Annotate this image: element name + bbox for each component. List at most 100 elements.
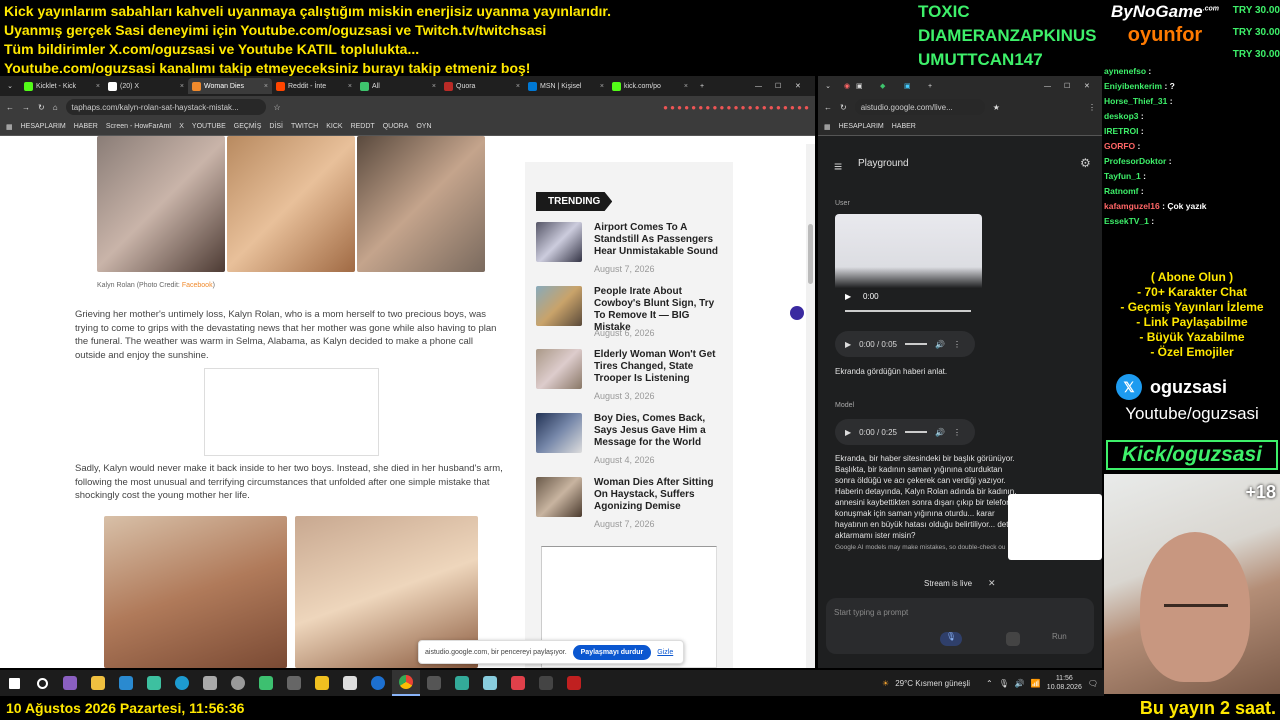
new-tab-icon[interactable]: + [692,83,712,90]
start-icon[interactable] [0,670,28,696]
app-icon[interactable] [476,670,504,696]
chrome-icon[interactable] [392,670,420,696]
reload-icon[interactable]: ↻ [840,103,847,112]
close-window-icon[interactable]: ✕ [1084,82,1102,90]
close-icon[interactable]: × [180,83,184,90]
bookmark-item[interactable]: HESAPLARIM [839,123,884,130]
app-icon[interactable] [420,670,448,696]
close-window-icon[interactable]: ✕ [795,82,815,90]
stop-sharing-button[interactable]: Paylaşmayı durdur [572,644,652,660]
tab[interactable]: All × [356,78,440,94]
weather-text[interactable]: 29°C Kısmen güneşli [895,679,970,688]
maximize-icon[interactable]: ☐ [1064,82,1084,90]
play-icon[interactable]: ▶ [845,340,851,349]
app-icon[interactable] [280,670,308,696]
trending-item[interactable]: Elderly Woman Won't Get Tires Changed, S… [536,349,726,409]
hide-button[interactable]: Gizle [657,649,673,656]
star-icon[interactable]: ★ [993,103,1000,112]
settings-tune-icon[interactable]: ⚙ [1080,156,1091,170]
bookmark-item[interactable]: DİSİ [269,123,283,130]
trending-title[interactable]: Elderly Woman Won't Get Tires Changed, S… [594,349,724,385]
run-button[interactable]: Run [1052,632,1067,641]
hamburger-icon[interactable]: ≡ [834,158,842,174]
tab[interactable]: Reddit - İnte × [272,78,356,94]
app-icon[interactable] [504,670,532,696]
bookmark-item[interactable]: KICK [326,123,342,130]
more-icon[interactable]: ⋮ [953,340,961,349]
close-icon[interactable]: ✕ [988,578,996,589]
tab[interactable]: (20) X × [104,78,188,94]
screen-share-icon[interactable] [1006,632,1020,646]
app-icon[interactable] [56,670,84,696]
trending-title[interactable]: Woman Dies After Sitting On Haystack, Su… [594,477,724,513]
floating-widget-icon[interactable] [790,306,804,320]
network-icon[interactable]: 📶 [1031,679,1041,688]
bookmark-item[interactable]: HABER [892,123,916,130]
volume-icon[interactable]: 🔊 [935,428,945,437]
trending-item[interactable]: Airport Comes To A Standstill As Passeng… [536,222,726,282]
search-icon[interactable] [28,670,56,696]
audio-progress[interactable] [904,343,927,345]
apps-icon[interactable]: ▦ [824,123,831,131]
more-icon[interactable]: ⋮ [953,428,961,437]
caption-link[interactable]: Facebook [182,282,213,289]
minimize-icon[interactable]: — [755,83,775,90]
forward-icon[interactable]: → [22,103,30,112]
tab-active[interactable]: Woman Dies × [188,78,272,94]
trending-title[interactable]: People Irate About Cowboy's Blunt Sign, … [594,286,724,334]
audio-player[interactable]: ▶ 0:00 / 0:05 🔊 ⋮ [835,331,975,357]
play-icon[interactable]: ▶ [845,292,851,301]
tray-up-icon[interactable]: ⌃ [986,679,993,688]
video-player[interactable]: ▶ 0:00 [835,214,982,320]
app-icon[interactable] [448,670,476,696]
volume-icon[interactable]: 🔊 [935,340,945,349]
new-tab-icon[interactable]: + [928,83,948,90]
scrollbar-thumb[interactable] [808,224,813,284]
minimize-icon[interactable]: — [1044,83,1064,90]
mic-tray-icon[interactable]: 🎙 [999,679,1009,688]
camera-icon[interactable] [196,670,224,696]
bookmark-item[interactable]: GEÇMİŞ [234,123,262,130]
home-icon[interactable]: ⌂ [53,103,58,112]
bookmark-item[interactable]: HABER [74,123,98,130]
url-input[interactable]: aistudio.google.com/live... [854,99,985,115]
trending-item[interactable]: People Irate About Cowboy's Blunt Sign, … [536,286,726,346]
apps-icon[interactable]: ▦ [6,123,13,131]
app-icon[interactable] [308,670,336,696]
bookmark-item[interactable]: OYN [416,123,431,130]
tab-favicon-icon[interactable]: ▣ [904,82,928,90]
tab[interactable]: Kicklet - Kick × [20,78,104,94]
folder-icon[interactable] [84,670,112,696]
tab-list-icon[interactable]: ⌄ [818,82,838,90]
reload-icon[interactable]: ↻ [38,103,45,112]
tab-favicon-icon[interactable]: ◉ [838,82,856,90]
back-icon[interactable]: ← [824,103,832,112]
close-icon[interactable]: × [96,83,100,90]
edge-icon[interactable] [168,670,196,696]
tab[interactable]: Quora × [440,78,524,94]
play-icon[interactable]: ▶ [845,428,851,437]
trending-title[interactable]: Airport Comes To A Standstill As Passeng… [594,222,724,258]
app-icon[interactable] [224,670,252,696]
tab-favicon-icon[interactable]: ▣ [856,82,880,90]
audio-progress[interactable] [904,431,927,433]
tab[interactable]: MSN | Kişisel × [524,78,608,94]
back-icon[interactable]: ← [6,103,14,112]
extensions-icon[interactable]: ● ● ● ● ● ● ● ● ● ● ● ● ● ● ● ● ● ● ● ● … [663,103,809,112]
video-progress[interactable] [845,310,971,312]
close-icon[interactable]: × [432,83,436,90]
volume-tray-icon[interactable]: 🔊 [1015,679,1025,688]
app-icon[interactable] [140,670,168,696]
app-icon[interactable] [112,670,140,696]
bookmark-item[interactable]: X [179,123,184,130]
trending-title[interactable]: Boy Dies, Comes Back, Says Jesus Gave Hi… [594,413,724,449]
close-icon[interactable]: × [264,83,268,90]
app-icon[interactable] [532,670,560,696]
close-icon[interactable]: × [516,83,520,90]
scrollbar[interactable] [806,144,815,668]
app-icon[interactable] [364,670,392,696]
audio-player[interactable]: ▶ 0:00 / 0:25 🔊 ⋮ [835,419,975,445]
url-input[interactable]: taphaps.com/kalyn-rolan-sat-haystack-mis… [65,99,266,115]
star-icon[interactable]: ☆ [274,103,281,112]
tab-list-icon[interactable]: ⌄ [0,82,20,90]
